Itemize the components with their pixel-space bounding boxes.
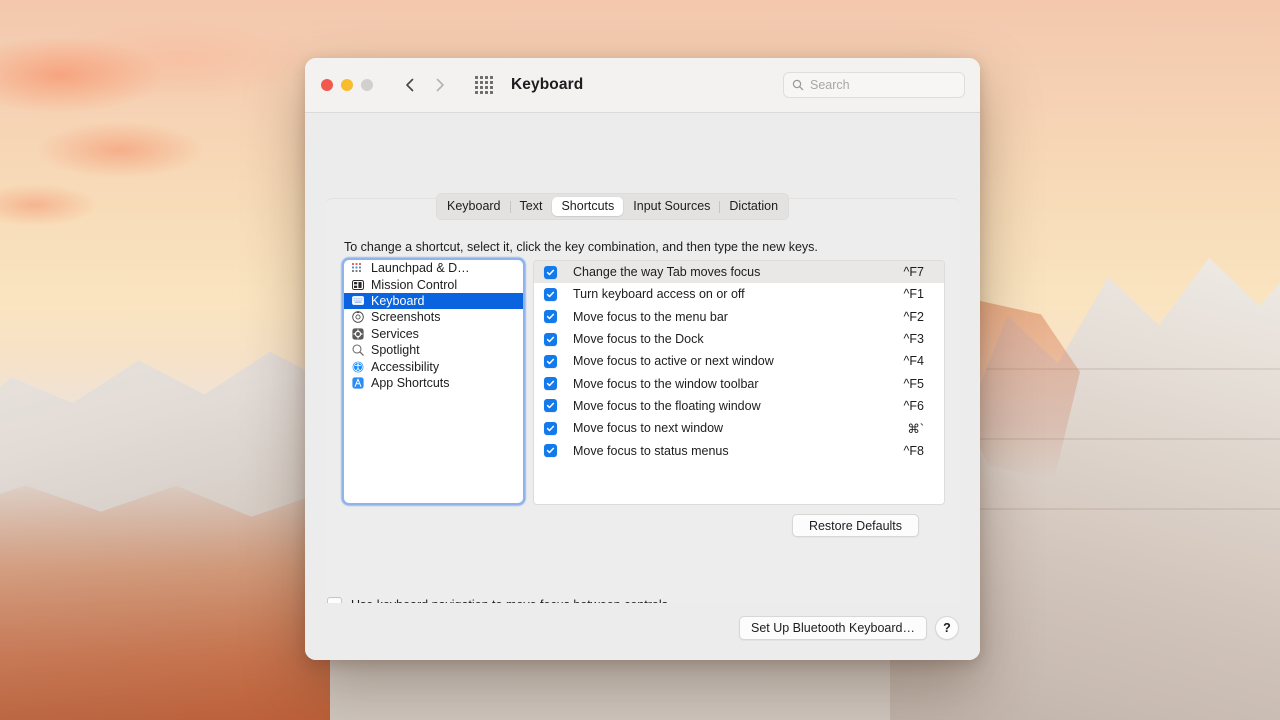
table-row[interactable]: Move focus to active or next window ^F4 [534, 350, 944, 372]
window-footer: Set Up Bluetooth Keyboard… ? [305, 603, 980, 660]
shortcut-checkbox[interactable] [544, 354, 557, 368]
chevron-right-icon[interactable] [431, 76, 449, 94]
category-label: Screenshots [371, 310, 441, 325]
accessibility-icon [351, 360, 364, 373]
window-controls [321, 79, 373, 91]
table-row[interactable]: Change the way Tab moves focus ^F7 [534, 261, 944, 284]
shortcut-name: Move focus to active or next window [573, 354, 774, 369]
shortcut-checkbox[interactable] [544, 265, 557, 279]
table-row[interactable]: Turn keyboard access on or off ^F1 [534, 283, 944, 305]
shortcut-name: Move focus to the floating window [573, 398, 761, 413]
mission-control-icon [351, 278, 364, 291]
shortcut-name: Move focus to next window [573, 421, 724, 436]
shortcut-name: Move focus to the Dock [573, 332, 704, 347]
shortcut-name: Turn keyboard access on or off [573, 287, 745, 302]
shortcut-checkbox[interactable] [544, 399, 557, 413]
chevron-left-icon[interactable] [401, 76, 419, 94]
screenshots-icon [351, 311, 364, 324]
tab-bar: Keyboard Text Shortcuts Input Sources Di… [436, 193, 790, 220]
table-row[interactable]: Move focus to the menu bar ^F2 [534, 306, 944, 328]
category-row-screenshots[interactable]: Screenshots [344, 309, 523, 325]
help-button[interactable]: ? [935, 616, 959, 640]
category-label: Spotlight [371, 343, 420, 358]
search-placeholder: Search [810, 78, 850, 92]
shortcut-key[interactable]: ^F4 [904, 354, 924, 368]
table-row[interactable]: Move focus to the floating window ^F6 [534, 395, 944, 417]
tab-input-sources[interactable]: Input Sources [624, 197, 719, 216]
category-row-services[interactable]: Services [344, 326, 523, 342]
close-window-button[interactable] [321, 79, 333, 91]
category-label: Keyboard [371, 293, 425, 308]
category-label: App Shortcuts [371, 375, 450, 390]
search-icon [792, 79, 804, 91]
checkmark-icon [546, 380, 555, 387]
shortcut-key[interactable]: ^F3 [904, 332, 924, 346]
shortcut-checkbox[interactable] [544, 332, 557, 346]
category-row-spotlight[interactable]: Spotlight [344, 342, 523, 358]
shortcut-list[interactable]: Change the way Tab moves focus ^F7 Turn … [533, 260, 945, 505]
launchpad-icon [351, 262, 364, 275]
shortcut-key[interactable]: ^F2 [904, 310, 924, 324]
category-row-app-shortcuts[interactable]: App Shortcuts [344, 375, 523, 391]
services-gear-icon [351, 327, 364, 340]
checkmark-icon [546, 336, 555, 342]
shortcut-key[interactable]: ^F6 [904, 399, 924, 413]
checkmark-icon [546, 403, 555, 409]
shortcut-checkbox[interactable] [544, 377, 557, 391]
window-titlebar: Keyboard Search [305, 58, 980, 113]
shortcut-name: Move focus to status menus [573, 443, 729, 458]
category-label: Mission Control [371, 277, 458, 292]
checkmark-icon [546, 269, 555, 275]
category-row-keyboard[interactable]: Keyboard [344, 292, 523, 310]
tab-shortcuts[interactable]: Shortcuts [552, 197, 624, 216]
checkmark-icon [546, 313, 555, 320]
spotlight-search-icon [351, 344, 364, 357]
restore-defaults-button[interactable]: Restore Defaults [792, 514, 919, 537]
shortcut-key[interactable]: ⌘` [907, 421, 924, 436]
tab-dictation[interactable]: Dictation [720, 197, 787, 216]
table-row[interactable]: Move focus to the Dock ^F3 [534, 328, 944, 350]
minimize-window-button[interactable] [341, 79, 353, 91]
keyboard-icon [351, 294, 364, 307]
window-body: Keyboard Text Shortcuts Input Sources Di… [305, 113, 980, 660]
shortcut-key[interactable]: ^F1 [904, 287, 924, 301]
checkmark-icon [546, 425, 555, 431]
shortcut-checkbox[interactable] [544, 310, 557, 324]
shortcut-name: Move focus to the window toolbar [573, 376, 759, 391]
shortcut-key[interactable]: ^F7 [904, 265, 924, 279]
shortcut-name: Move focus to the menu bar [573, 309, 728, 324]
page-title: Keyboard [511, 76, 584, 93]
shortcut-key[interactable]: ^F5 [904, 377, 924, 391]
shortcut-category-list[interactable]: Launchpad & D… Mission Control Keyboard … [344, 260, 523, 503]
checkmark-icon [546, 358, 555, 365]
shortcut-key[interactable]: ^F8 [904, 444, 924, 458]
tab-keyboard[interactable]: Keyboard [438, 197, 510, 216]
table-row[interactable]: Move focus to the window toolbar ^F5 [534, 372, 944, 394]
category-label: Services [371, 326, 419, 341]
search-field[interactable]: Search [783, 72, 965, 98]
category-label: Launchpad & D… [371, 261, 470, 276]
shortcut-name: Change the way Tab moves focus [573, 265, 761, 280]
shortcut-checkbox[interactable] [544, 421, 557, 435]
checkmark-icon [546, 291, 555, 298]
instruction-text: To change a shortcut, select it, click t… [344, 240, 818, 254]
category-row-launchpad[interactable]: Launchpad & D… [344, 260, 523, 276]
category-row-mission-control[interactable]: Mission Control [344, 276, 523, 292]
checkmark-icon [546, 447, 555, 454]
navigation-controls [401, 76, 449, 94]
set-up-bluetooth-keyboard-button[interactable]: Set Up Bluetooth Keyboard… [739, 616, 927, 640]
system-preferences-window: Keyboard Search Keyboard Text Shortcuts [305, 58, 980, 660]
shortcut-checkbox[interactable] [544, 444, 557, 458]
shortcut-checkbox[interactable] [544, 287, 557, 301]
tab-text[interactable]: Text [511, 197, 552, 216]
category-row-accessibility[interactable]: Accessibility [344, 358, 523, 374]
zoom-window-button[interactable] [361, 79, 373, 91]
app-shortcuts-icon [351, 376, 364, 389]
table-row[interactable]: Move focus to next window ⌘` [534, 417, 944, 439]
desktop-wallpaper: Keyboard Search Keyboard Text Shortcuts [0, 0, 1280, 720]
category-label: Accessibility [371, 359, 440, 374]
show-all-grid-icon[interactable] [475, 76, 493, 94]
table-row[interactable]: Move focus to status menus ^F8 [534, 439, 944, 461]
